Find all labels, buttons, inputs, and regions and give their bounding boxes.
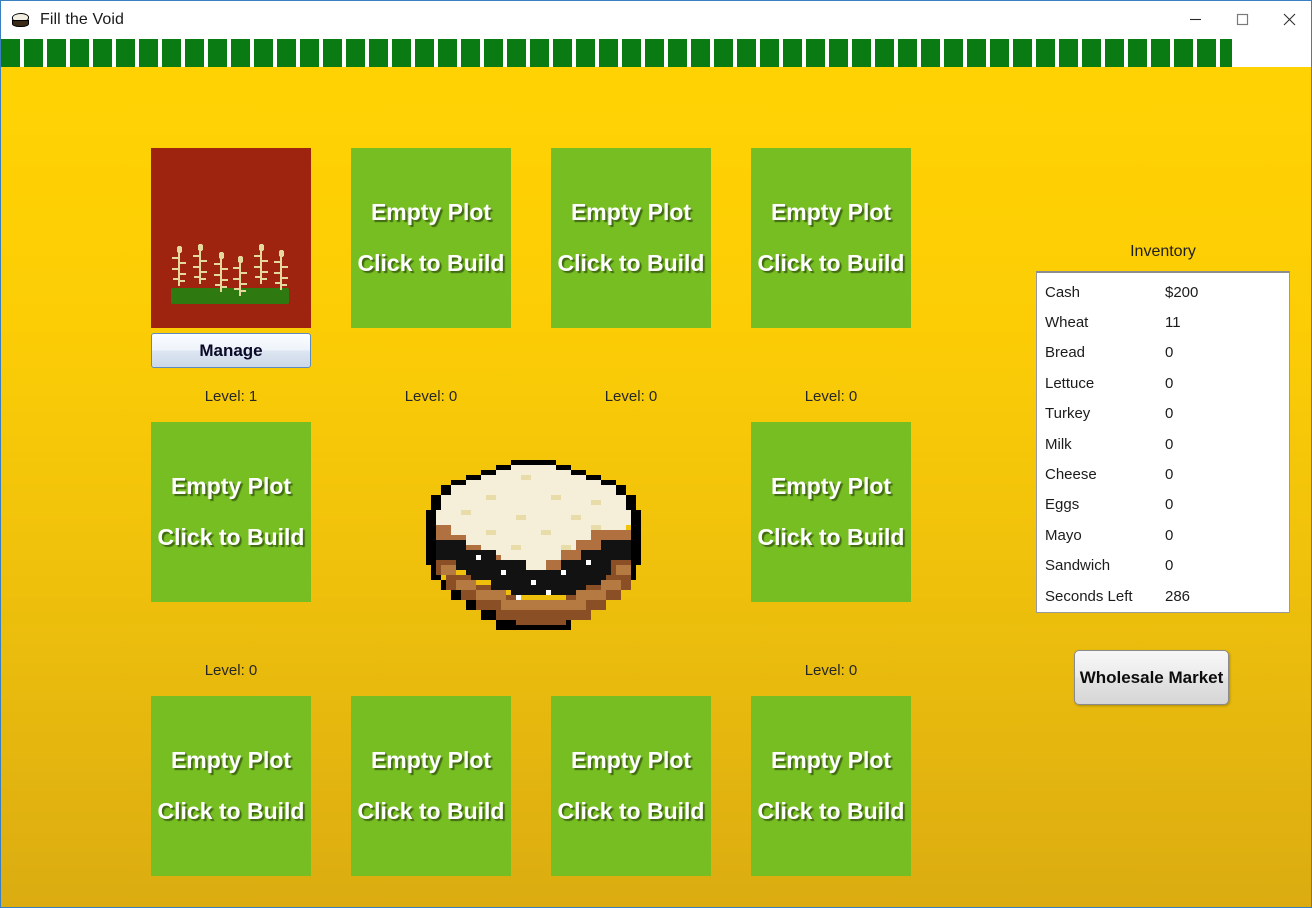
plot-title: Empty Plot xyxy=(570,199,692,225)
plot-level-label: Level: 0 xyxy=(804,662,858,679)
plot-action: Click to Build xyxy=(757,524,905,550)
sandwich-icon xyxy=(10,9,32,31)
progress-fill xyxy=(1,39,1233,67)
empty-plot-10[interactable]: Empty Plot Click to Build xyxy=(751,696,911,876)
inventory-key: Seconds Left xyxy=(1045,587,1133,605)
inventory-key: Wheat xyxy=(1045,314,1089,332)
empty-plot-2[interactable]: Empty Plot Click to Build xyxy=(351,148,511,328)
inventory-key: Cash xyxy=(1045,283,1081,301)
inventory-value: 0 xyxy=(1165,374,1174,392)
inventory-value: 0 xyxy=(1165,344,1174,362)
inventory-row: Eggs 0 xyxy=(1037,490,1289,520)
window-controls xyxy=(1172,1,1311,38)
empty-plot-4[interactable]: Empty Plot Click to Build xyxy=(751,148,911,328)
inventory-value: 0 xyxy=(1165,405,1174,423)
inventory-row: Sandwich 0 xyxy=(1037,551,1289,581)
empty-plot-9[interactable]: Empty Plot Click to Build xyxy=(551,696,711,876)
empty-plot-7[interactable]: Empty Plot Click to Build xyxy=(151,696,311,876)
minimize-icon[interactable] xyxy=(1172,1,1219,38)
inventory-key: Bread xyxy=(1045,344,1086,362)
plot-title: Empty Plot xyxy=(370,747,492,773)
plot-level-label: Level: 0 xyxy=(604,388,658,405)
inventory-value: 286 xyxy=(1165,587,1191,605)
inventory-row: Turkey 0 xyxy=(1037,399,1289,429)
inventory-value: 0 xyxy=(1165,496,1174,514)
game-window: Fill the Void Manage Level: 1 Empty Plot… xyxy=(0,0,1312,908)
inventory-key: Sandwich xyxy=(1045,557,1111,575)
close-icon[interactable] xyxy=(1266,1,1311,38)
inventory-value: 0 xyxy=(1165,435,1174,453)
inventory-value: 11 xyxy=(1165,314,1181,332)
inventory-value: 0 xyxy=(1165,466,1174,484)
plot-level-label: Level: 1 xyxy=(204,388,258,405)
title-bar: Fill the Void xyxy=(1,1,1311,38)
plot-action: Click to Build xyxy=(357,250,505,276)
wheat-stalks-icon xyxy=(169,242,293,306)
sandwich-sprite xyxy=(411,450,651,640)
inventory-value: 0 xyxy=(1165,557,1174,575)
inventory-title: Inventory xyxy=(1130,243,1196,260)
plot-action: Click to Build xyxy=(157,798,305,824)
inventory-key: Mayo xyxy=(1045,526,1082,544)
plot-title: Empty Plot xyxy=(370,199,492,225)
inventory-key: Cheese xyxy=(1045,466,1097,484)
empty-plot-6[interactable]: Empty Plot Click to Build xyxy=(751,422,911,602)
day-progress-bar xyxy=(1,39,1311,67)
inventory-row: Seconds Left 286 xyxy=(1037,581,1289,611)
inventory-row: Wheat 11 xyxy=(1037,307,1289,337)
empty-plot-5[interactable]: Empty Plot Click to Build xyxy=(151,422,311,602)
inventory-key: Milk xyxy=(1045,435,1072,453)
plot-title: Empty Plot xyxy=(770,199,892,225)
inventory-row: Bread 0 xyxy=(1037,338,1289,368)
manage-button[interactable]: Manage xyxy=(151,333,311,368)
plot-action: Click to Build xyxy=(557,798,705,824)
empty-plot-8[interactable]: Empty Plot Click to Build xyxy=(351,696,511,876)
plot-level-label: Level: 0 xyxy=(804,388,858,405)
inventory-key: Lettuce xyxy=(1045,374,1095,392)
plot-title: Empty Plot xyxy=(770,473,892,499)
plot-level-label: Level: 0 xyxy=(204,662,258,679)
inventory-row: Mayo 0 xyxy=(1037,520,1289,550)
plot-action: Click to Build xyxy=(557,250,705,276)
inventory-row: Cheese 0 xyxy=(1037,459,1289,489)
window-title: Fill the Void xyxy=(40,10,125,28)
inventory-key: Turkey xyxy=(1045,405,1091,423)
farm-plot-1[interactable] xyxy=(151,148,311,328)
plot-action: Click to Build xyxy=(757,250,905,276)
plot-title: Empty Plot xyxy=(570,747,692,773)
plot-title: Empty Plot xyxy=(170,747,292,773)
inventory-row: Cash $200 xyxy=(1037,277,1289,307)
wholesale-market-button[interactable]: Wholesale Market xyxy=(1074,650,1229,705)
plot-title: Empty Plot xyxy=(170,473,292,499)
inventory-value: 0 xyxy=(1165,526,1174,544)
plot-action: Click to Build xyxy=(757,798,905,824)
plot-title: Empty Plot xyxy=(770,747,892,773)
plot-action: Click to Build xyxy=(357,798,505,824)
maximize-icon[interactable] xyxy=(1219,1,1266,38)
plot-level-label: Level: 0 xyxy=(404,388,458,405)
empty-plot-3[interactable]: Empty Plot Click to Build xyxy=(551,148,711,328)
plot-action: Click to Build xyxy=(157,524,305,550)
inventory-row: Milk 0 xyxy=(1037,429,1289,459)
inventory-panel: Cash $200 Wheat 11 Bread 0 Lettuce 0 Turkey 0 Milk… xyxy=(1036,271,1290,613)
inventory-key: Eggs xyxy=(1045,496,1080,514)
game-board: Manage Level: 1 Empty Plot Click to Build Le… xyxy=(1,67,1311,907)
inventory-value: $200 xyxy=(1165,283,1199,301)
inventory-row: Lettuce 0 xyxy=(1037,368,1289,398)
